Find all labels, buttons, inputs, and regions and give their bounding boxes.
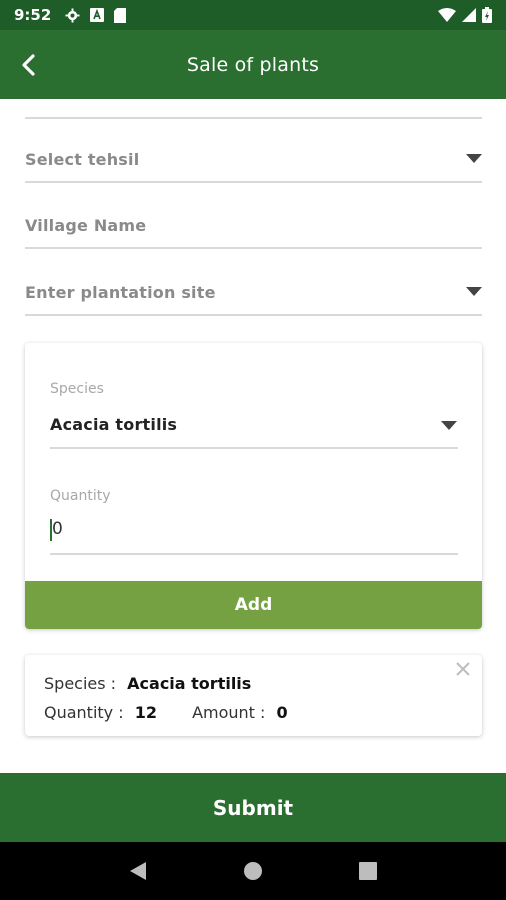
battery-icon [482,7,492,23]
plantation-site-label: Enter plantation site [25,283,216,302]
triangle-back-icon [129,862,146,880]
quantity-label: Quantity [50,488,111,504]
entry-species-row: Species : Acacia tortilis [44,674,251,693]
status-time: 9:52 [14,6,52,24]
system-nav-bar [0,842,506,900]
nav-home-button[interactable] [238,856,268,886]
species-value: Acacia tortilis [50,415,178,434]
quantity-value: 0 [52,519,63,539]
square-recents-icon [359,862,378,880]
entry-quantity-value: 12 [134,703,157,722]
dropdown-arrow-icon [441,421,457,430]
nav-recents-button[interactable] [353,856,383,886]
entry-quantity-label: Quantity : [44,703,124,722]
status-left-icons [65,7,127,23]
circle-home-icon [243,862,262,880]
tehsil-select-label: Select tehsil [25,150,140,169]
divider [25,117,482,119]
entry-amount-value: 0 [276,703,288,722]
nav-back-button[interactable] [123,856,153,886]
plantation-site-select[interactable]: Enter plantation site [25,276,482,316]
dropdown-arrow-icon [466,287,482,296]
page-title: Sale of plants [186,53,320,76]
sd-card-icon [114,7,127,23]
species-entry-card: Species Acacia tortilis Quantity 0 Add [25,343,482,629]
species-underline [50,447,458,449]
entry-quantity-row: Quantity : 12 Amount : 0 [44,703,288,722]
gear-icon [65,7,80,23]
species-entry-item: Species : Acacia tortilis Quantity : 12 … [25,655,482,736]
quantity-underline [50,553,458,555]
species-select[interactable]: Acacia tortilis [25,405,482,449]
tehsil-select[interactable]: Select tehsil [25,143,482,183]
add-button[interactable]: Add [25,581,482,629]
back-button[interactable] [14,50,44,80]
a-icon [90,8,105,22]
app-bar: Sale of plants [0,30,506,99]
status-right-icons [438,7,492,23]
entry-species-value: Acacia tortilis [127,674,252,693]
chevron-left-icon [22,54,35,76]
signal-icon [462,8,476,22]
quantity-input[interactable]: 0 [25,511,482,553]
submit-button[interactable]: Submit [0,773,506,842]
village-name-input[interactable]: Village Name [25,209,482,249]
close-icon[interactable] [452,658,474,680]
wifi-icon [438,8,456,22]
entry-amount-label: Amount : [192,703,266,722]
dropdown-arrow-icon [466,154,482,163]
species-label: Species [50,381,104,397]
village-name-placeholder: Village Name [25,216,147,235]
status-bar: 9:52 [0,0,506,30]
entry-species-label: Species : [44,674,117,693]
